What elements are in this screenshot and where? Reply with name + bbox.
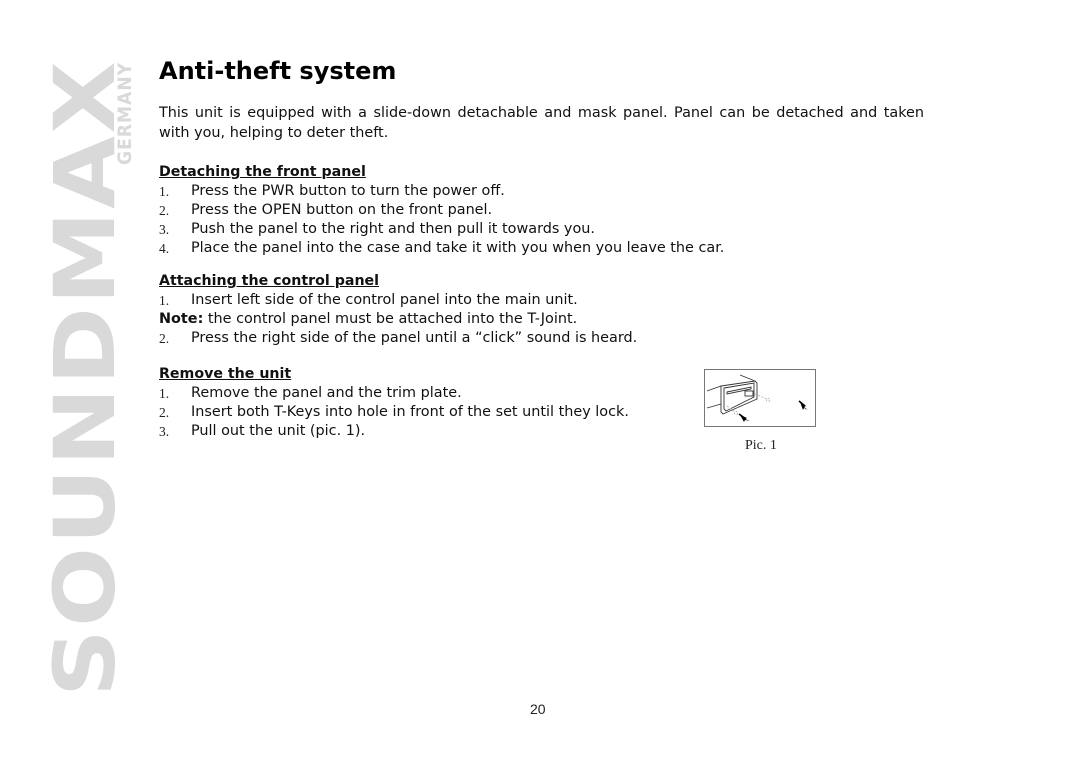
steps-list: 1. Insert left side of the control panel … [159, 291, 939, 310]
step-text: Insert both T-Keys into hole in front of… [191, 404, 629, 420]
list-item: 3. Pull out the unit (pic. 1). [159, 422, 939, 441]
list-item: 2. Press the right side of the panel unti… [159, 329, 939, 348]
step-text: Push the panel to the right and then pul… [191, 221, 595, 237]
unit-removal-figure [704, 369, 816, 427]
document-body: Anti-theft system This unit is equipped … [159, 55, 939, 441]
list-item: 3. Push the panel to the right and then p… [159, 220, 939, 239]
brand-logo: SOUNDMAX GERMANY [36, 59, 136, 697]
step-text: Pull out the unit (pic. 1). [191, 423, 366, 439]
stereo-unit-outline [706, 374, 758, 415]
step-text: Remove the panel and the trim plate. [191, 385, 462, 401]
brand-watermark: SOUNDMAX GERMANY [0, 0, 150, 763]
step-number: 3. [159, 424, 170, 439]
list-item: 1. Press the PWR button to turn the power… [159, 182, 939, 201]
step-text: Press the OPEN button on the front panel… [191, 202, 493, 218]
list-item: 1. Insert left side of the control panel … [159, 291, 939, 310]
section-attaching-control-panel: Attaching the control panel 1. Insert lef… [159, 272, 939, 348]
step-text: Insert left side of the control panel in… [191, 292, 578, 308]
steps-list: 1. Press the PWR button to turn the power… [159, 182, 939, 258]
step-number: 3. [159, 222, 170, 237]
note: Note: the control panel must be attached… [159, 310, 939, 329]
pull-arrow-icons [738, 400, 808, 422]
steps-list: 2. Press the right side of the panel unti… [159, 329, 939, 348]
step-text: Place the panel into the case and take i… [191, 240, 725, 256]
step-number: 2. [159, 331, 170, 346]
note-label: Note: [159, 311, 204, 327]
intro-paragraph: This unit is equipped with a slide-down … [159, 105, 924, 141]
page-number: 20 [530, 701, 546, 717]
section-title: Remove the unit [159, 366, 292, 382]
list-item: 4. Place the panel into the case and take… [159, 239, 939, 258]
step-number: 2. [159, 405, 170, 420]
section-remove-unit: Remove the unit 1. Remove the panel and t… [159, 365, 939, 441]
section-title: Attaching the control panel [159, 273, 380, 289]
list-item: 2. Press the OPEN button on the front pan… [159, 201, 939, 220]
step-text: Press the right side of the panel until … [191, 330, 638, 346]
note-text: the control panel must be attached into … [203, 311, 578, 327]
steps-list: 1. Remove the panel and the trim plate. 2… [159, 384, 939, 441]
section-detaching-front-panel: Detaching the front panel 1. Press the PW… [159, 163, 939, 258]
brand-country: GERMANY [114, 62, 136, 165]
section-title: Detaching the front panel [159, 164, 366, 180]
step-number: 2. [159, 203, 170, 218]
list-item: 2. Insert both T-Keys into hole in front … [159, 403, 939, 422]
list-item: 1. Remove the panel and the trim plate. [159, 384, 939, 403]
car-stereo-illustration [706, 374, 808, 422]
page-title: Anti-theft system [159, 57, 397, 85]
step-number: 1. [159, 386, 170, 401]
t-key-icons [726, 393, 771, 416]
step-number: 1. [159, 184, 170, 199]
step-text: Press the PWR button to turn the power o… [191, 183, 505, 199]
step-number: 1. [159, 293, 170, 308]
step-number: 4. [159, 241, 170, 256]
figure-caption: Pic. 1 [745, 438, 777, 453]
